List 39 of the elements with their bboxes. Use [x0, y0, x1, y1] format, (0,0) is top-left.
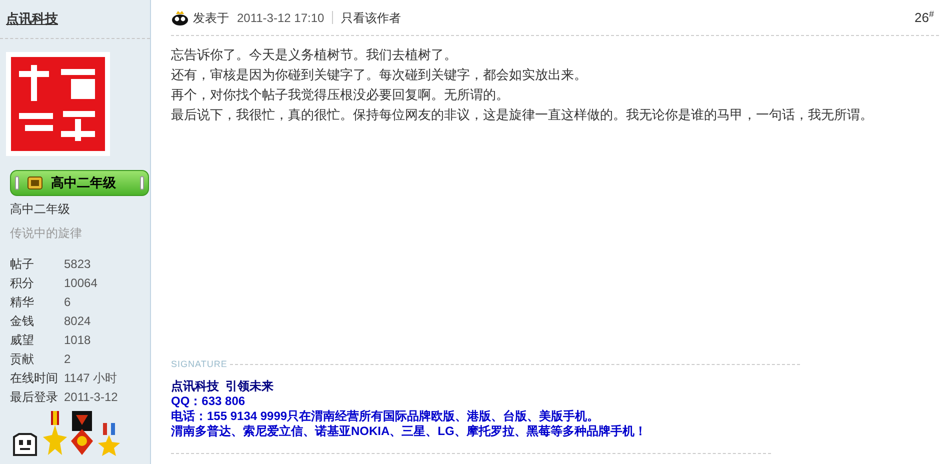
post-text-line: 最后说下，我很忙，真的很忙。保持每位网友的非议，这是旋律一直这样做的。我无论你是谁的马甲，一句话，我无所谓。: [171, 106, 874, 124]
signature-label: SIGNATURE: [171, 358, 228, 370]
signature-line: 点讯科技 引领未来: [171, 379, 275, 394]
post-text-line: 忘告诉你了。今天是义务植树节。我们去植树了。: [171, 46, 458, 64]
end-cap-icon: [15, 176, 19, 190]
stat-value: 2: [64, 350, 71, 368]
stat-value: 5823: [64, 256, 91, 272]
post-text-line: 再个，对你找个帖子我觉得压根没必要回复啊。无所谓的。: [171, 86, 510, 104]
rank-title: 高中二年级: [10, 201, 71, 218]
floor-number[interactable]: 26$^{#}$: [914, 8, 934, 28]
stat-label: 威望: [10, 332, 35, 348]
stat-label: 金钱: [10, 312, 35, 330]
post-time: 2011-3-12 17:10: [237, 10, 324, 26]
stat-value: 10064: [64, 274, 98, 292]
end-cap-icon: [140, 176, 144, 190]
signature-line: 渭南多普达、索尼爱立信、诺基亚NOKIA、三星、LG、摩托罗拉、黑莓等多种品牌手机！: [171, 424, 648, 439]
stat-label: 积分: [10, 274, 35, 292]
stat-value: 1147 小时: [64, 370, 118, 386]
posted-label: 发表于: [193, 10, 229, 26]
ribbon-star-icon: [97, 423, 121, 457]
stat-value: 8024: [64, 312, 91, 330]
stat-label: 精华: [10, 294, 35, 310]
stat-label: 帖子: [10, 256, 35, 272]
stat-value: 1018: [64, 332, 91, 348]
star-medal-icon: [43, 411, 67, 457]
stat-label: 在线时间: [10, 370, 59, 386]
username-link[interactable]: 点讯科技: [6, 11, 58, 26]
custom-title: 传说中的旋律: [10, 225, 83, 242]
signature-line: 电话：155 9134 9999只在渭南经营所有国际品牌欧版、港版、台版、美版手机。: [171, 409, 600, 424]
stat-label: 最后登录: [10, 388, 59, 406]
post-text-line: 还有，审核是因为你碰到关键字了。每次碰到关键字，都会如实放出来。: [171, 66, 588, 84]
rank-label: 高中二年级: [51, 174, 116, 192]
banner-medal-icon: [70, 411, 94, 457]
stat-value: 2011-3-12: [64, 388, 118, 406]
stat-label: 贡献: [10, 350, 35, 368]
author-only-link[interactable]: 只看该作者: [341, 8, 402, 26]
rank-icon: [27, 175, 43, 191]
stat-value: 6: [64, 294, 71, 310]
signature-line: QQ：633 806: [171, 394, 246, 409]
